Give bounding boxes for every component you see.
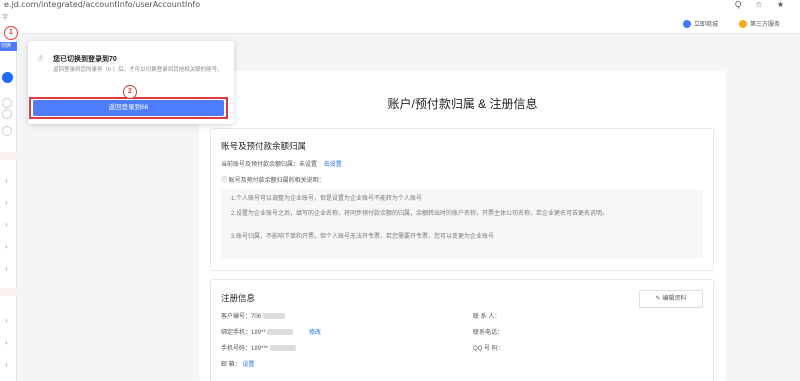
current-ownership: 当前账号及预付款余额归属：未设置 去设置 (221, 159, 342, 168)
chevron-right-icon[interactable]: › (5, 316, 8, 325)
masked-value (262, 313, 285, 320)
register-info-panel: 注册信息 ✎ 编辑资料 客户编号：706 绑定手机：189** 修改 手机号码：… (210, 279, 714, 381)
note-item: 1.个人账号可以调整为企业账号，但是设置为企业账号不能转为个人账号 (231, 196, 423, 202)
chevron-right-icon[interactable]: › (5, 242, 8, 251)
contact-phone-label: 联系电话： (473, 330, 504, 336)
account-section-title: 账号及预付款余额归属 (221, 141, 307, 151)
chevron-right-icon[interactable]: › (5, 220, 8, 229)
edit-profile-button[interactable]: ✎ 编辑资料 (639, 290, 703, 308)
chevron-right-icon[interactable]: › (5, 198, 8, 207)
bound-phone-row: 绑定手机：189** 修改 (221, 327, 321, 336)
customer-id-row: 客户编号：706 (221, 311, 285, 320)
register-section-title: 注册信息 (221, 293, 256, 303)
avatar[interactable] (2, 72, 13, 83)
popup-description: 返回登录到您的事务（6 ）后，才可以切换登录到其他相关联的账号。 (53, 67, 223, 73)
url-bar[interactable]: e.jd.com/integrated/accountInfo/userAcco… (0, 0, 800, 10)
contact-person-label: 联 系 人： (473, 314, 501, 320)
qq-number-label: QQ 号 码： (473, 346, 504, 352)
url-text: e.jd.com/integrated/accountInfo/userAcco… (4, 0, 201, 9)
mobile-row: 手机号码：189*** (221, 343, 296, 352)
email-label: 邮 箱： (221, 362, 241, 368)
customer-id-label: 客户编号：706 (221, 314, 262, 320)
sidebar-radio-icon[interactable] (2, 109, 12, 119)
mobile-label: 手机号码：189*** (221, 346, 269, 352)
account-balance-panel: 账号及预付款余额归属 当前账号及预付款余额归属：未设置 去设置 ⓘ 账号及预付款… (210, 128, 714, 271)
mall-link[interactable]: 立即商城 (683, 19, 718, 28)
bound-phone-label: 绑定手机：189** (221, 330, 266, 336)
edit-profile-label: 编辑资料 (662, 296, 687, 302)
sidebar-highlight (0, 288, 17, 296)
email-row: 邮 箱： 设置 (221, 359, 254, 368)
sidebar-radio-icon[interactable] (2, 98, 12, 108)
mall-icon (683, 19, 691, 28)
browser-toolbar-icons[interactable]: Q ☆ ★ (735, 0, 790, 9)
chevron-right-icon[interactable]: › (5, 360, 8, 369)
set-email-link[interactable]: 设置 (242, 362, 254, 368)
step-badge-1: 1 (4, 26, 18, 40)
chevron-right-icon[interactable]: › (5, 176, 8, 185)
set-ownership-link[interactable]: 去设置 (324, 162, 342, 168)
mall-link-label: 立即商城 (694, 22, 719, 28)
third-party-icon (739, 19, 747, 28)
sidebar-highlight (0, 152, 17, 160)
third-party-link-label: 第三方服务 (750, 22, 781, 28)
return-login-button[interactable]: 返回登录到66 (33, 100, 224, 116)
top-bar: 字 立即商城 第三方服务 (0, 10, 800, 34)
note-item: 3.账号归属，不影响下单和开票，但个人账号无法开专票，若您需要开专票，您可以变更… (231, 234, 495, 240)
chevron-right-icon[interactable]: › (5, 264, 8, 273)
topbar-left-text: 字 (2, 15, 9, 21)
masked-value (269, 345, 296, 352)
edit-icon: ✎ (655, 296, 661, 302)
sidebar: 切换 ≫ › › › › › › › › (0, 34, 17, 381)
info-icon: i (37, 55, 44, 62)
popup-title: 您已切换到登录到70 (53, 56, 117, 63)
main-card: 账户/预付款归属 & 注册信息 账号及预付款余额归属 当前账号及预付款余额归属：… (199, 71, 726, 381)
current-ownership-label: 当前账号及预付款余额归属：未设置 (221, 162, 318, 168)
notes-title: ⓘ 账号及预付款余额归属的相关说明： (221, 178, 325, 184)
chevron-right-icon[interactable]: › (5, 338, 8, 347)
note-item: 2.设置为企业账号之后，填写的企业名称，将同步预付款余额的归属，余额转出时的账户… (231, 211, 609, 217)
sidebar-radio-icon[interactable] (2, 126, 12, 136)
step-badge-2: 2 (123, 85, 137, 99)
modify-phone-link[interactable]: 修改 (309, 330, 321, 336)
page-title: 账户/预付款归属 & 注册信息 (387, 97, 538, 111)
notes-box: 1.个人账号可以调整为企业账号，但是设置为企业账号不能转为个人账号 2.设置为企… (221, 189, 703, 259)
third-party-link[interactable]: 第三方服务 (739, 19, 780, 28)
switch-account-tag[interactable]: 切换 ≫ (0, 42, 17, 58)
masked-value (267, 329, 294, 336)
